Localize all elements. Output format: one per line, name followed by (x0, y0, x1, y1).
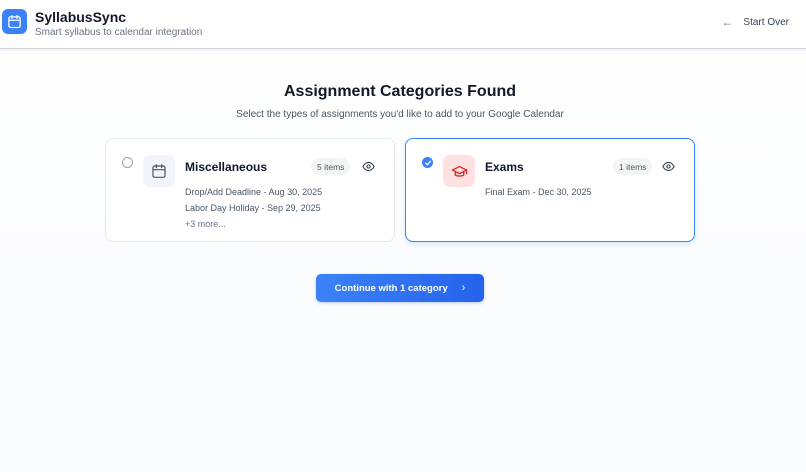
category-item-list: Final Exam - Dec 30, 2025 (485, 184, 592, 200)
start-over-label: Start Over (743, 16, 789, 28)
calendar-logo-icon (2, 9, 27, 34)
list-item: Final Exam - Dec 30, 2025 (485, 187, 592, 197)
category-card-exams[interactable]: Exams 1 items Final Exam - Dec 30, 2025 (405, 138, 695, 242)
calendar-icon (143, 155, 175, 187)
item-count-badge: 1 items (613, 158, 653, 175)
chevron-right-icon: › (461, 282, 466, 294)
category-title: Miscellaneous (185, 160, 268, 174)
page-subtitle: Select the types of assignments you'd li… (236, 109, 564, 120)
app-header: SyllabusSync Smart syllabus to calendar … (0, 0, 806, 49)
category-title: Exams (485, 160, 524, 174)
continue-button[interactable]: Continue with 1 category › (316, 274, 484, 302)
continue-label: Continue with 1 category (334, 282, 448, 294)
category-card-miscellaneous[interactable]: Miscellaneous 5 items Drop/Add Deadline … (105, 138, 395, 242)
eye-icon[interactable] (661, 159, 675, 173)
category-radio-exams[interactable] (422, 157, 433, 168)
start-over-button[interactable]: ← Start Over (721, 16, 789, 28)
page-title: Assignment Categories Found (283, 83, 517, 100)
check-icon (424, 160, 431, 165)
more-items-label: +3 more... (185, 219, 226, 229)
graduation-cap-icon (443, 155, 475, 187)
list-item: Labor Day Holiday - Sep 29, 2025 (185, 203, 321, 213)
category-radio-miscellaneous[interactable] (122, 157, 133, 168)
category-item-list: Drop/Add Deadline - Aug 30, 2025 Labor D… (185, 184, 322, 232)
arrow-left-icon: ← (721, 15, 734, 29)
app-title: SyllabusSync (35, 9, 127, 25)
app-subtitle: Smart syllabus to calendar integration (35, 27, 203, 38)
eye-icon[interactable] (361, 159, 375, 173)
list-item: Drop/Add Deadline - Aug 30, 2025 (185, 187, 323, 197)
item-count-badge: 5 items (311, 158, 351, 175)
